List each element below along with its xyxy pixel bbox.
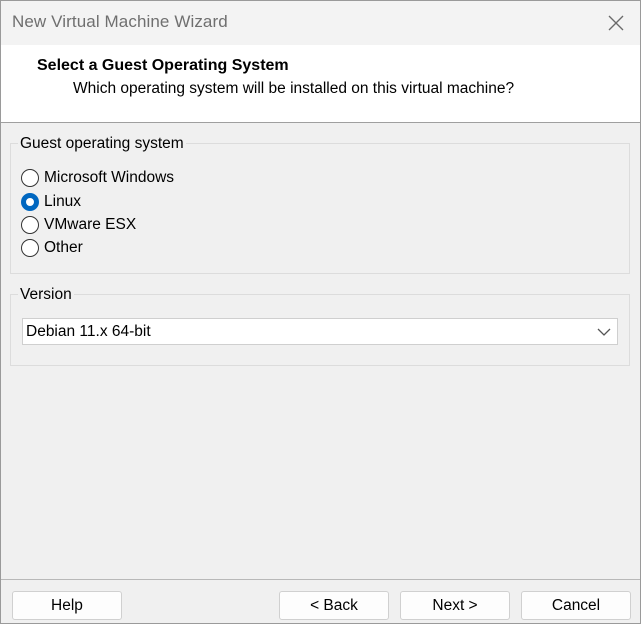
radio-button[interactable] bbox=[21, 216, 39, 234]
guest-os-group-label: Guest operating system bbox=[18, 135, 186, 153]
radio-label: VMware ESX bbox=[44, 216, 137, 233]
back-button[interactable]: < Back bbox=[279, 591, 389, 620]
page-title: Select a Guest Operating System bbox=[37, 57, 289, 74]
version-select[interactable]: Debian 11.x 64-bit bbox=[22, 318, 618, 345]
radio-label: Other bbox=[44, 239, 83, 256]
radio-button[interactable] bbox=[21, 169, 39, 187]
page-subtitle: Which operating system will be installed… bbox=[73, 80, 515, 97]
help-button[interactable]: Help bbox=[12, 591, 122, 620]
cancel-button[interactable]: Cancel bbox=[521, 591, 631, 620]
close-icon bbox=[608, 15, 624, 31]
radio-button-selected[interactable] bbox=[21, 193, 39, 211]
radio-linux[interactable]: Linux bbox=[21, 191, 81, 213]
chevron-down-icon bbox=[597, 328, 611, 336]
radio-label: Microsoft Windows bbox=[44, 169, 175, 186]
radio-vmware-esx[interactable]: VMware ESX bbox=[21, 214, 136, 236]
footer-separator bbox=[1, 579, 640, 580]
window-title: New Virtual Machine Wizard bbox=[12, 12, 228, 31]
radio-button[interactable] bbox=[21, 239, 39, 257]
close-button[interactable] bbox=[601, 9, 631, 37]
version-select-value: Debian 11.x 64-bit bbox=[26, 323, 151, 340]
title-bar: New Virtual Machine Wizard bbox=[1, 1, 640, 45]
radio-other[interactable]: Other bbox=[21, 237, 83, 259]
guest-os-group bbox=[10, 143, 630, 274]
radio-microsoft-windows[interactable]: Microsoft Windows bbox=[21, 167, 174, 189]
radio-label: Linux bbox=[44, 193, 82, 210]
next-button[interactable]: Next > bbox=[400, 591, 510, 620]
wizard-header: Select a Guest Operating System Which op… bbox=[1, 45, 640, 123]
version-group-label: Version bbox=[18, 286, 74, 304]
wizard-window: New Virtual Machine Wizard Select a Gues… bbox=[0, 0, 641, 624]
